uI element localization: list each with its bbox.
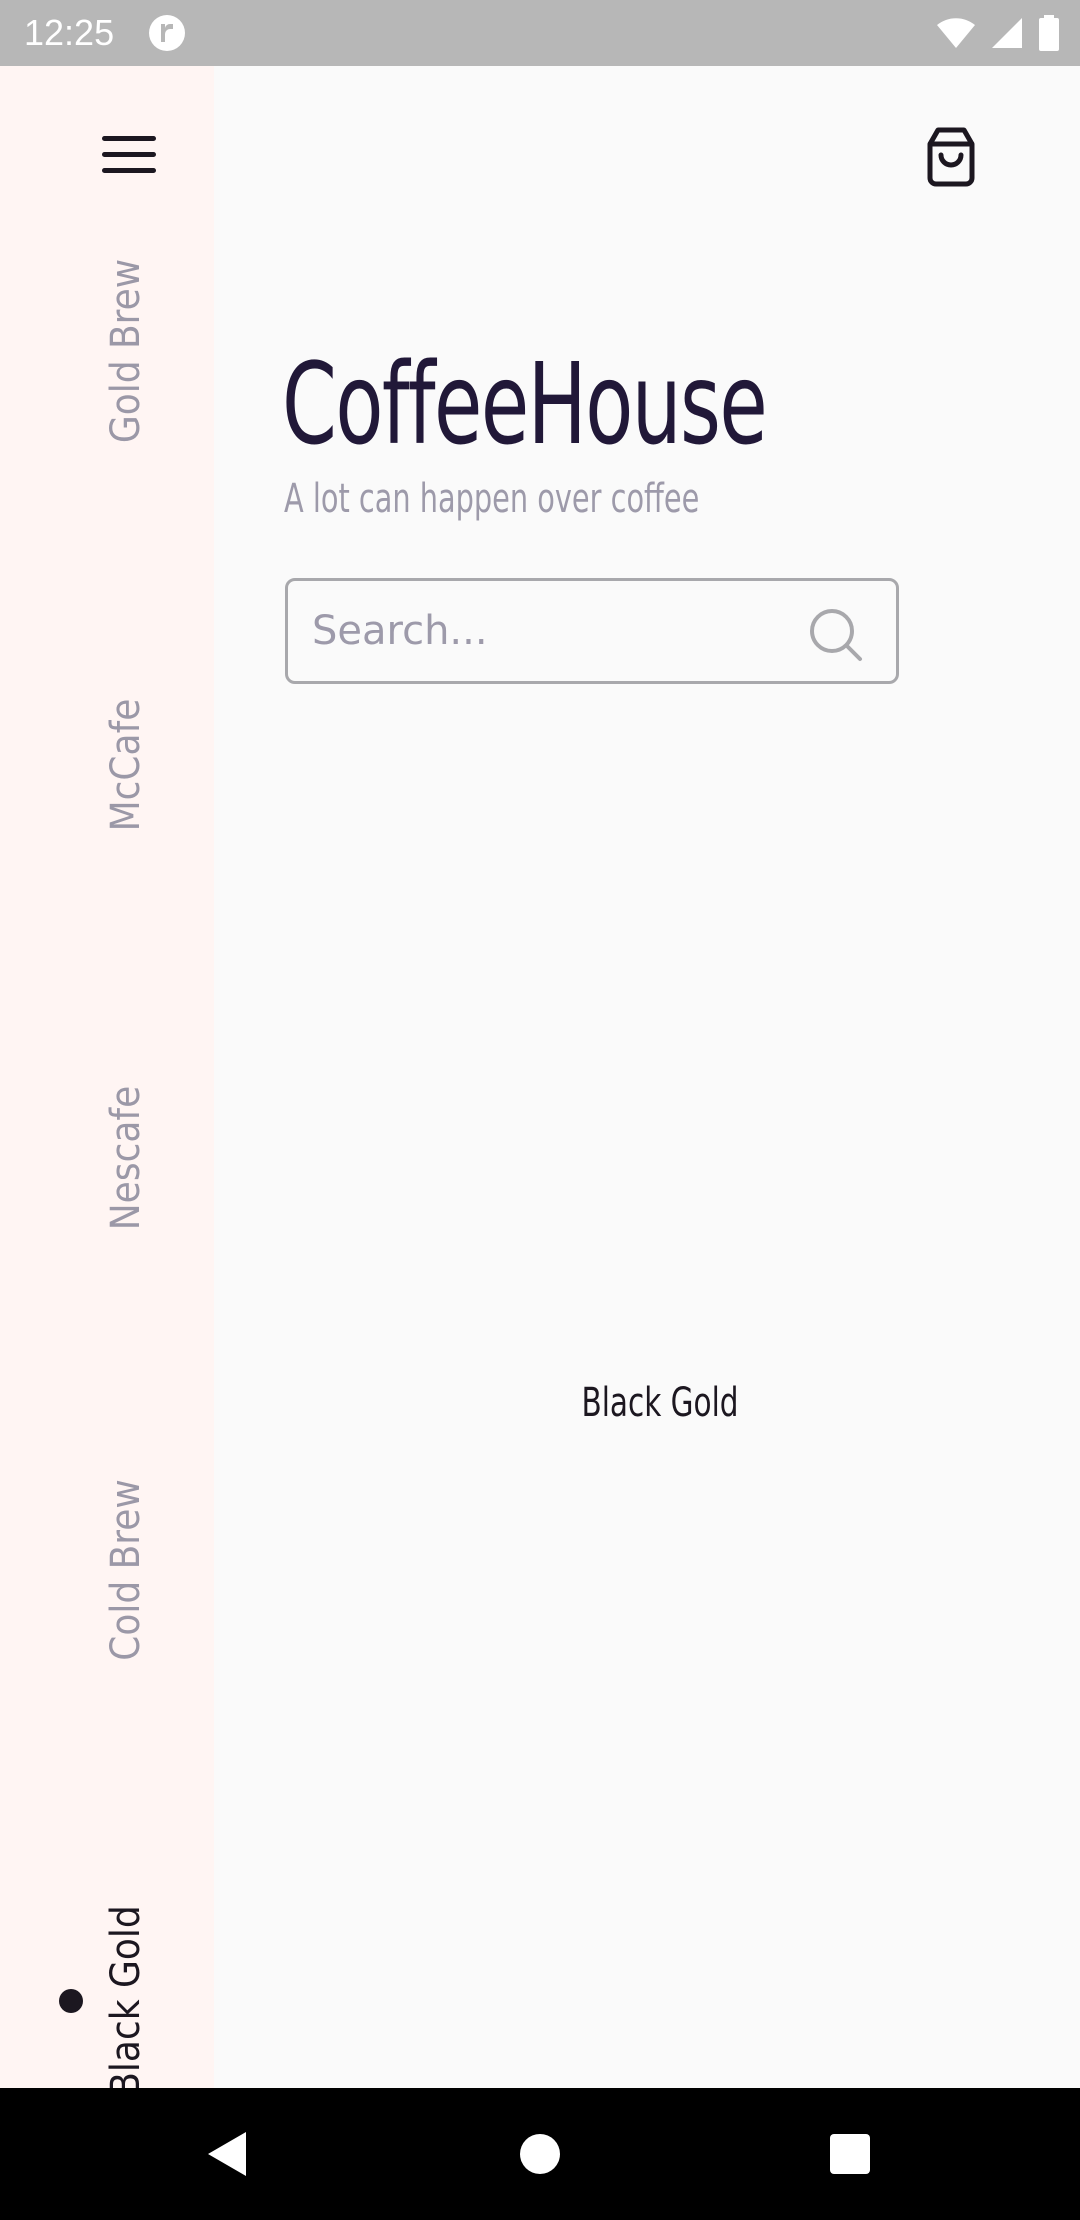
menu-line xyxy=(102,152,156,157)
sidebar-item-label: Black Gold xyxy=(103,1905,149,2097)
home-icon[interactable] xyxy=(510,2124,570,2184)
status-bar: 12:25 xyxy=(0,0,1080,66)
app-title: CoffeeHouse xyxy=(282,340,768,470)
search-icon[interactable] xyxy=(806,605,866,665)
sidebar-item-gold-brew[interactable]: Gold Brew xyxy=(96,259,156,443)
app-notification-icon xyxy=(149,15,185,51)
system-nav-bar xyxy=(0,2088,1080,2220)
menu-line xyxy=(102,168,156,173)
sidebar-item-cold-brew[interactable]: Cold Brew xyxy=(96,1479,156,1661)
sidebar-item-mccafe[interactable]: McCafe xyxy=(96,698,156,832)
sidebar-item-nescafe[interactable]: Nescafe xyxy=(96,1086,156,1230)
sidebar-item-label: Gold Brew xyxy=(103,258,149,444)
app-subtitle: A lot can happen over coffee xyxy=(284,476,700,522)
wifi-icon xyxy=(937,18,975,48)
product-name[interactable]: Black Gold xyxy=(578,1378,742,1428)
hamburger-menu-button[interactable] xyxy=(96,130,162,180)
app-screen: 12:25 Gold Brew McCafe Nescafe Cold Brew… xyxy=(0,0,1080,2220)
cell-signal-icon xyxy=(992,18,1022,48)
sidebar-item-black-gold[interactable]: Black Gold xyxy=(96,1905,156,2097)
sidebar-item-label: Nescafe xyxy=(103,1085,149,1231)
sidebar-item-label: McCafe xyxy=(103,698,149,832)
search-input[interactable] xyxy=(312,601,782,661)
search-box xyxy=(285,578,899,684)
status-time: 12:25 xyxy=(24,12,115,53)
battery-icon xyxy=(1039,15,1059,51)
menu-line xyxy=(102,136,156,141)
status-icons xyxy=(936,14,1060,52)
active-category-indicator xyxy=(59,1989,83,2013)
sidebar-item-label: Cold Brew xyxy=(103,1479,149,1661)
shopping-bag-icon[interactable] xyxy=(916,122,986,192)
recents-icon[interactable] xyxy=(820,2124,880,2184)
back-icon[interactable] xyxy=(196,2124,256,2184)
